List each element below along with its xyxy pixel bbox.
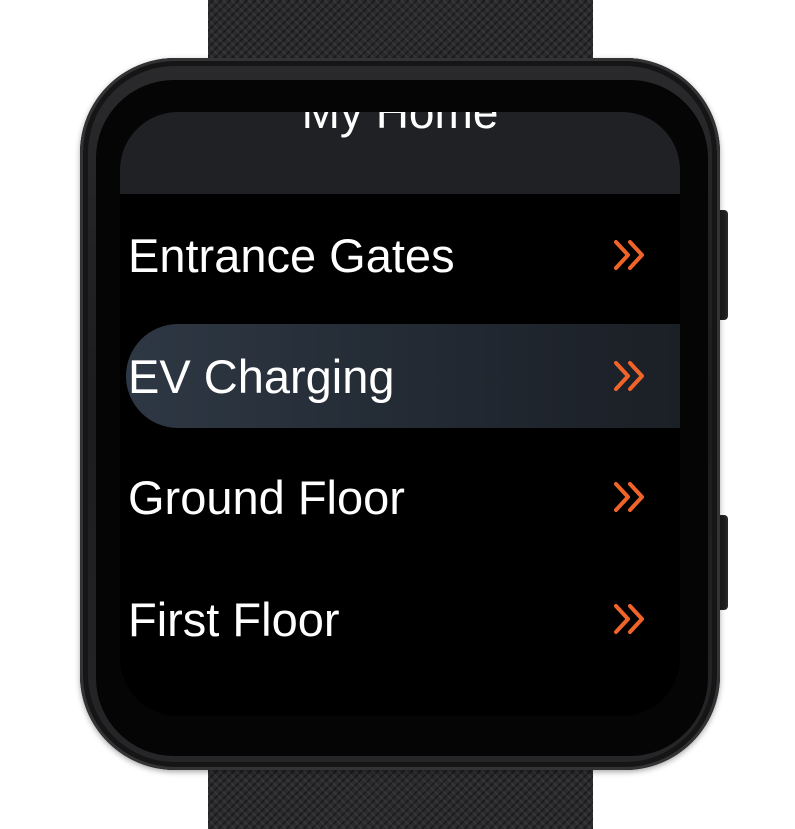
list-item-label: First Floor (128, 593, 340, 646)
list-item-label: Ground Floor (128, 471, 405, 524)
chevron-double-right-icon (614, 604, 644, 634)
smartwatch: My Home Entrance Gates EV Charging Groun… (0, 0, 795, 829)
chevron-double-right-icon (614, 482, 644, 512)
list-item-label: Entrance Gates (128, 229, 455, 282)
list-item-ground-floor[interactable]: Ground Floor (126, 445, 680, 549)
list-item-ev-charging[interactable]: EV Charging (126, 324, 680, 428)
page-title: My Home (301, 112, 499, 138)
list-item-entrance-gates[interactable]: Entrance Gates (126, 203, 680, 307)
watch-screen: My Home Entrance Gates EV Charging Groun… (120, 112, 680, 716)
list-item-label: EV Charging (128, 350, 395, 403)
chevron-double-right-icon (614, 240, 644, 270)
chevron-double-right-icon (614, 361, 644, 391)
watch-strap-bottom (208, 760, 593, 829)
header: My Home (120, 112, 680, 194)
list-item-first-floor[interactable]: First Floor (126, 567, 680, 671)
